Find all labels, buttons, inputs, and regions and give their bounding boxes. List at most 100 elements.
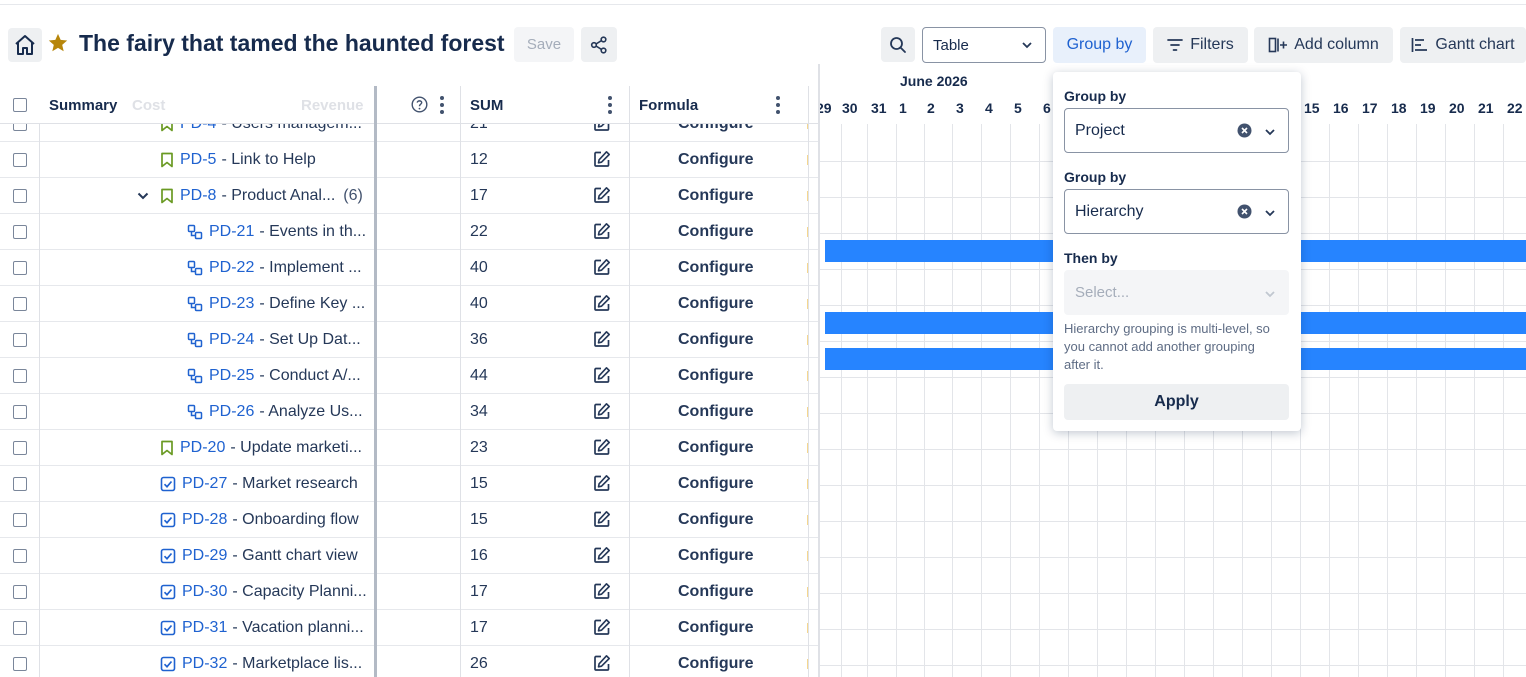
edit-button[interactable] bbox=[593, 474, 611, 497]
table-row[interactable]: PD-27 - Market research 15 Configure bbox=[0, 466, 818, 502]
clear-icon[interactable] bbox=[1237, 204, 1252, 219]
issue-title[interactable]: - Product Anal... bbox=[221, 187, 335, 205]
issue-title[interactable]: - Link to Help bbox=[221, 151, 315, 169]
row-checkbox[interactable] bbox=[13, 333, 27, 347]
table-row[interactable]: PD-8 - Product Anal... (6) 17 Configure bbox=[0, 178, 818, 214]
edit-button[interactable] bbox=[593, 330, 611, 353]
add-column-button[interactable]: Add column bbox=[1254, 27, 1393, 63]
row-checkbox[interactable] bbox=[13, 549, 27, 563]
save-button[interactable]: Save bbox=[514, 27, 574, 62]
table-row[interactable]: PD-20 - Update marketi... 23 Configure bbox=[0, 430, 818, 466]
home-button[interactable] bbox=[8, 28, 42, 62]
issue-title[interactable]: - Gantt chart view bbox=[232, 547, 357, 565]
row-checkbox[interactable] bbox=[13, 189, 27, 203]
edit-button[interactable] bbox=[593, 654, 611, 677]
issue-key-link[interactable]: PD-29 bbox=[182, 547, 227, 565]
group-by-select-1[interactable]: Project bbox=[1064, 108, 1289, 153]
configure-link[interactable]: Configure bbox=[678, 142, 754, 178]
table-row[interactable]: PD-31 - Vacation planni... 17 Configure bbox=[0, 610, 818, 646]
issue-key-link[interactable]: PD-31 bbox=[182, 619, 227, 637]
row-checkbox[interactable] bbox=[13, 261, 27, 275]
issue-key-link[interactable]: PD-22 bbox=[209, 259, 254, 277]
configure-link[interactable]: Configure bbox=[678, 358, 754, 394]
issue-title[interactable]: - Analyze Us... bbox=[259, 403, 362, 421]
issue-title[interactable]: - Onboarding flow bbox=[232, 511, 358, 529]
formula-column-menu-icon[interactable] bbox=[776, 96, 780, 117]
issue-key-link[interactable]: PD-5 bbox=[180, 151, 216, 169]
configure-link[interactable]: Configure bbox=[678, 394, 754, 430]
issue-key-link[interactable]: PD-30 bbox=[182, 583, 227, 601]
row-checkbox[interactable] bbox=[13, 405, 27, 419]
collapse-chevron-icon[interactable] bbox=[137, 191, 149, 201]
issue-title[interactable]: - Conduct A/... bbox=[259, 367, 360, 385]
table-row[interactable]: PD-22 - Implement ... 40 Configure bbox=[0, 250, 818, 286]
issue-key-link[interactable]: PD-25 bbox=[209, 367, 254, 385]
star-icon[interactable] bbox=[47, 32, 69, 54]
configure-link[interactable]: Configure bbox=[678, 610, 754, 646]
table-row[interactable]: PD-29 - Gantt chart view 16 Configure bbox=[0, 538, 818, 574]
configure-link[interactable]: Configure bbox=[678, 574, 754, 610]
issue-title[interactable]: - Events in th... bbox=[259, 223, 366, 241]
configure-link[interactable]: Configure bbox=[678, 502, 754, 538]
edit-button[interactable] bbox=[593, 546, 611, 569]
issue-title[interactable]: - Market research bbox=[232, 475, 357, 493]
edit-button[interactable] bbox=[593, 618, 611, 641]
issue-title[interactable]: - Update marketi... bbox=[230, 439, 362, 457]
edit-button[interactable] bbox=[593, 366, 611, 389]
row-checkbox[interactable] bbox=[13, 585, 27, 599]
summary-header[interactable]: Summary bbox=[49, 86, 117, 124]
table-row[interactable]: PD-24 - Set Up Dat... 36 Configure bbox=[0, 322, 818, 358]
edit-button[interactable] bbox=[593, 582, 611, 605]
formula-header[interactable]: Formula bbox=[639, 86, 698, 124]
configure-link[interactable]: Configure bbox=[678, 538, 754, 574]
issue-title[interactable]: - Marketplace lis... bbox=[232, 655, 362, 673]
configure-link[interactable]: Configure bbox=[678, 646, 754, 677]
configure-link[interactable]: Configure bbox=[678, 430, 754, 466]
view-select[interactable]: Table bbox=[922, 27, 1046, 63]
row-checkbox[interactable] bbox=[13, 513, 27, 527]
row-checkbox[interactable] bbox=[13, 297, 27, 311]
row-checkbox[interactable] bbox=[13, 477, 27, 491]
share-button[interactable] bbox=[581, 27, 617, 62]
issue-key-link[interactable]: PD-32 bbox=[182, 655, 227, 673]
group-by-button[interactable]: Group by bbox=[1053, 27, 1146, 63]
table-row[interactable]: PD-28 - Onboarding flow 15 Configure bbox=[0, 502, 818, 538]
issue-key-link[interactable]: PD-21 bbox=[209, 223, 254, 241]
edit-button[interactable] bbox=[593, 222, 611, 245]
filters-button[interactable]: Filters bbox=[1153, 27, 1248, 63]
issue-key-link[interactable]: PD-28 bbox=[182, 511, 227, 529]
table-row[interactable]: PD-25 - Conduct A/... 44 Configure bbox=[0, 358, 818, 394]
row-checkbox[interactable] bbox=[13, 657, 27, 671]
edit-button[interactable] bbox=[593, 402, 611, 425]
issue-key-link[interactable]: PD-23 bbox=[209, 295, 254, 313]
row-checkbox[interactable] bbox=[13, 369, 27, 383]
row-checkbox[interactable] bbox=[13, 225, 27, 239]
edit-button[interactable] bbox=[593, 510, 611, 533]
issue-title[interactable]: - Set Up Dat... bbox=[259, 331, 360, 349]
configure-link[interactable]: Configure bbox=[678, 214, 754, 250]
configure-link[interactable]: Configure bbox=[678, 322, 754, 358]
issue-title[interactable]: - Vacation planni... bbox=[232, 619, 363, 637]
table-row[interactable]: PD-26 - Analyze Us... 34 Configure bbox=[0, 394, 818, 430]
issue-title[interactable]: - Define Key ... bbox=[259, 295, 365, 313]
table-row[interactable]: PD-32 - Marketplace lis... 26 Configure bbox=[0, 646, 818, 677]
table-row[interactable]: PD-21 - Events in th... 22 Configure bbox=[0, 214, 818, 250]
issue-key-link[interactable]: PD-8 bbox=[180, 187, 216, 205]
clear-icon[interactable] bbox=[1237, 123, 1252, 138]
sum-header[interactable]: SUM bbox=[470, 86, 503, 124]
group-by-select-2[interactable]: Hierarchy bbox=[1064, 189, 1289, 234]
table-row[interactable]: PD-30 - Capacity Planni... 17 Configure bbox=[0, 574, 818, 610]
configure-link[interactable]: Configure bbox=[678, 178, 754, 214]
edit-button[interactable] bbox=[593, 186, 611, 209]
select-all-checkbox[interactable] bbox=[13, 98, 27, 112]
search-button[interactable] bbox=[881, 27, 915, 62]
table-row[interactable]: PD-5 - Link to Help 12 Configure bbox=[0, 142, 818, 178]
row-checkbox[interactable] bbox=[13, 153, 27, 167]
issue-key-link[interactable]: PD-27 bbox=[182, 475, 227, 493]
sum-column-menu-icon[interactable] bbox=[608, 96, 612, 117]
apply-button[interactable]: Apply bbox=[1064, 384, 1289, 420]
configure-link[interactable]: Configure bbox=[678, 466, 754, 502]
configure-link[interactable]: Configure bbox=[678, 286, 754, 322]
table-row[interactable]: PD-23 - Define Key ... 40 Configure bbox=[0, 286, 818, 322]
issue-key-link[interactable]: PD-26 bbox=[209, 403, 254, 421]
